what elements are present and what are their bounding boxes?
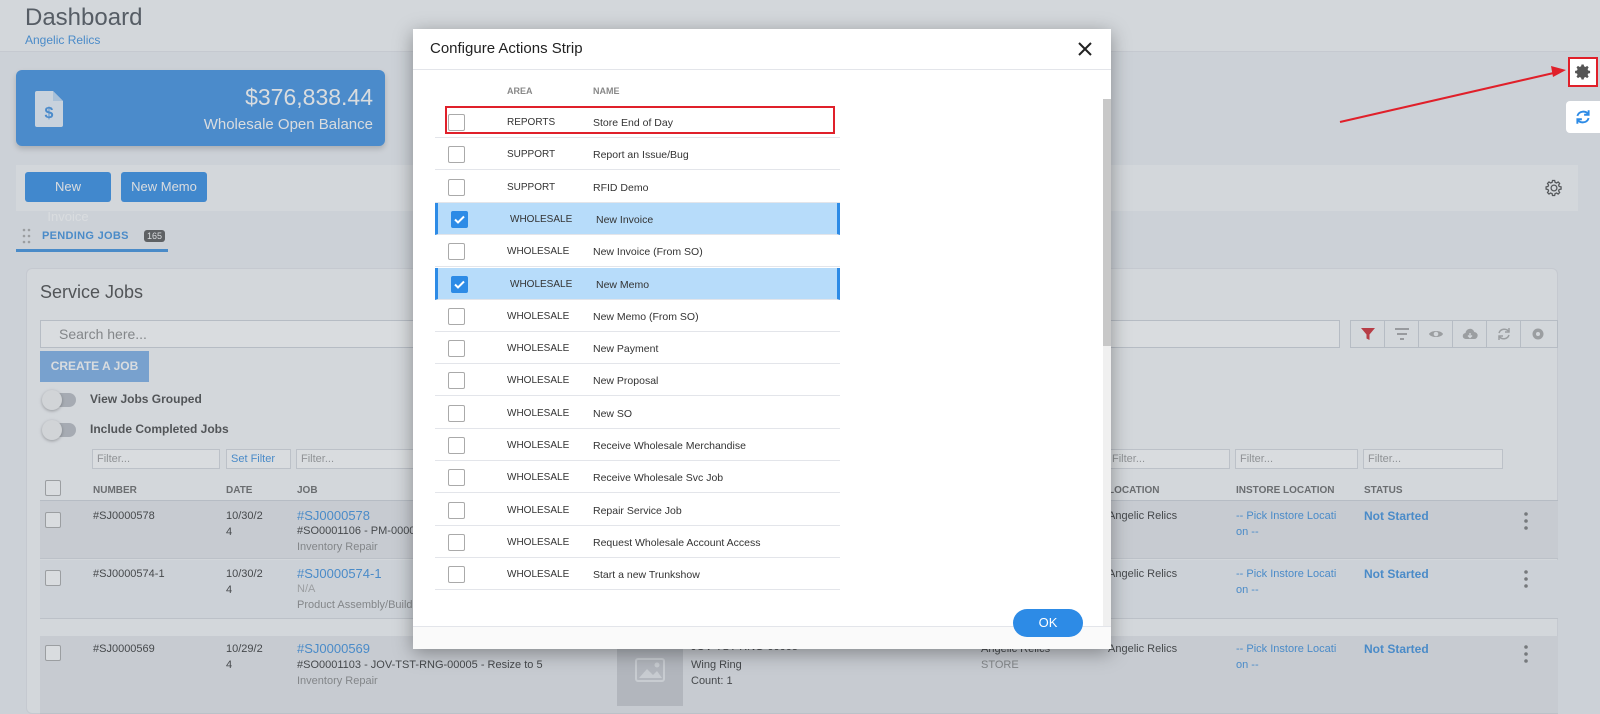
action-area: WHOLESALE bbox=[507, 343, 570, 354]
action-name: Receive Wholesale Merchandise bbox=[593, 440, 746, 452]
action-name: Request Wholesale Account Access bbox=[593, 537, 761, 549]
action-row[interactable]: WHOLESALE Receive Wholesale Svc Job bbox=[435, 461, 840, 493]
action-name: Repair Service Job bbox=[593, 505, 682, 517]
action-area: WHOLESALE bbox=[507, 408, 570, 419]
action-row[interactable]: WHOLESALE Start a new Trunkshow bbox=[435, 558, 840, 590]
refresh-side-button[interactable] bbox=[1566, 101, 1600, 133]
action-row[interactable]: WHOLESALE New Invoice bbox=[435, 203, 840, 235]
action-checkbox[interactable] bbox=[448, 437, 465, 454]
action-row[interactable]: WHOLESALE New Invoice (From SO) bbox=[435, 235, 840, 267]
gear-icon bbox=[1575, 64, 1591, 80]
action-row[interactable]: WHOLESALE Receive Wholesale Merchandise bbox=[435, 429, 840, 461]
action-row[interactable]: WHOLESALE New SO bbox=[435, 397, 840, 429]
annotation-highlight-box bbox=[445, 106, 835, 134]
action-checkbox[interactable] bbox=[448, 405, 465, 422]
action-area: WHOLESALE bbox=[507, 246, 570, 257]
action-row[interactable]: SUPPORT Report an Issue/Bug bbox=[435, 138, 840, 170]
column-header-area: AREA bbox=[507, 86, 533, 96]
action-checkbox[interactable] bbox=[451, 276, 468, 293]
action-row[interactable]: WHOLESALE New Payment bbox=[435, 332, 840, 364]
dialog-footer bbox=[413, 626, 1111, 649]
action-checkbox[interactable] bbox=[448, 566, 465, 583]
column-header-name: NAME bbox=[593, 86, 620, 96]
dashboard-page: Dashboard Angelic Relics $ $376,838.44 W… bbox=[0, 0, 1600, 714]
action-area: WHOLESALE bbox=[510, 214, 573, 225]
ok-button[interactable]: OK bbox=[1013, 609, 1083, 637]
action-area: WHOLESALE bbox=[507, 472, 570, 483]
action-name: Report an Issue/Bug bbox=[593, 149, 689, 161]
action-area: WHOLESALE bbox=[507, 569, 570, 580]
refresh-icon bbox=[1576, 110, 1590, 124]
action-row[interactable]: WHOLESALE New Proposal bbox=[435, 364, 840, 396]
action-name: New Memo bbox=[596, 279, 650, 291]
action-area: SUPPORT bbox=[507, 149, 556, 160]
action-row[interactable]: WHOLESALE Request Wholesale Account Acces… bbox=[435, 526, 840, 558]
action-checkbox[interactable] bbox=[448, 243, 465, 260]
action-area: WHOLESALE bbox=[507, 375, 570, 386]
action-row[interactable]: WHOLESALE New Memo bbox=[435, 268, 840, 300]
action-row[interactable]: WHOLESALE New Memo (From SO) bbox=[435, 300, 840, 332]
action-area: WHOLESALE bbox=[507, 440, 570, 451]
action-checkbox[interactable] bbox=[448, 308, 465, 325]
action-checkbox[interactable] bbox=[448, 179, 465, 196]
action-name: New Payment bbox=[593, 343, 659, 355]
dialog-header: Configure Actions Strip bbox=[413, 29, 1111, 70]
action-name: New SO bbox=[593, 408, 633, 420]
action-name: RFID Demo bbox=[593, 182, 649, 194]
action-area: SUPPORT bbox=[507, 182, 556, 193]
action-row[interactable]: WHOLESALE Repair Service Job bbox=[435, 494, 840, 526]
action-area: WHOLESALE bbox=[507, 311, 570, 322]
check-icon bbox=[454, 280, 465, 289]
action-name: New Invoice bbox=[596, 214, 654, 226]
action-name: Receive Wholesale Svc Job bbox=[593, 472, 724, 484]
action-checkbox[interactable] bbox=[448, 372, 465, 389]
action-area: WHOLESALE bbox=[510, 279, 573, 290]
action-row[interactable]: SUPPORT RFID Demo bbox=[435, 171, 840, 203]
action-name: New Proposal bbox=[593, 375, 659, 387]
dialog-title: Configure Actions Strip bbox=[430, 40, 583, 57]
action-checkbox[interactable] bbox=[451, 211, 468, 228]
action-area: WHOLESALE bbox=[507, 505, 570, 516]
action-checkbox[interactable] bbox=[448, 469, 465, 486]
dialog-scrollbar-thumb[interactable] bbox=[1103, 99, 1111, 346]
settings-side-button[interactable] bbox=[1568, 57, 1598, 87]
action-area: WHOLESALE bbox=[507, 537, 570, 548]
action-name: Start a new Trunkshow bbox=[593, 569, 700, 581]
action-checkbox[interactable] bbox=[448, 340, 465, 357]
action-checkbox[interactable] bbox=[448, 502, 465, 519]
action-name: New Invoice (From SO) bbox=[593, 246, 703, 258]
check-icon bbox=[454, 215, 465, 224]
action-name: New Memo (From SO) bbox=[593, 311, 699, 323]
close-icon[interactable] bbox=[1077, 41, 1093, 57]
action-checkbox[interactable] bbox=[448, 534, 465, 551]
action-checkbox[interactable] bbox=[448, 146, 465, 163]
